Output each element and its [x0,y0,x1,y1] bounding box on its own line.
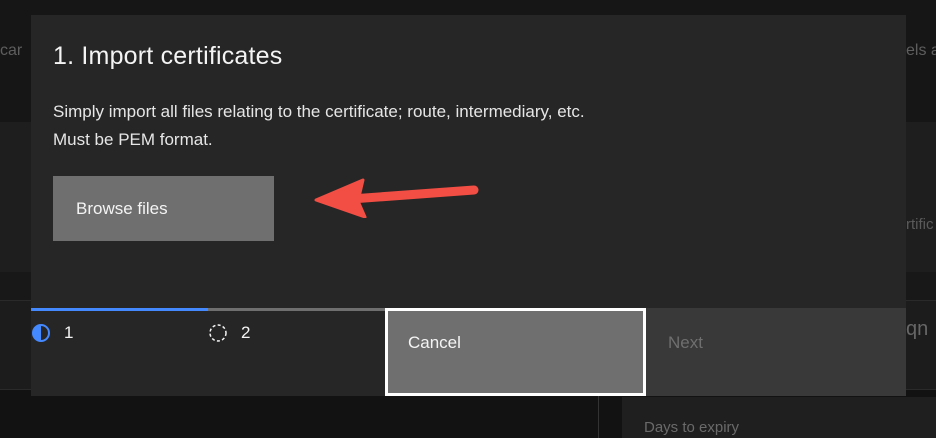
modal-format-note: Must be PEM format. [53,130,213,149]
background-text: rtific [906,216,934,233]
progress-step-label: 1 [64,323,74,342]
progress-fill [31,308,208,311]
progress-step-label: 2 [241,323,251,342]
import-certificates-modal: 1. Import certificates Simply import all… [31,15,906,396]
background-text: car [0,42,23,59]
background-text: qn [906,318,929,340]
background-text: els a [906,42,936,59]
half-filled-circle-icon [32,324,50,342]
days-to-expiry-label: Days to expiry [644,419,740,436]
background-divider [598,395,599,438]
browse-files-button[interactable]: Browse files [53,176,274,241]
cancel-button[interactable]: Cancel [385,308,646,396]
dashed-circle-icon [209,324,227,342]
progress-step-1[interactable]: 1 [31,321,73,345]
modal-description: Simply import all files relating to the … [53,102,585,121]
progress-step-2[interactable]: 2 [208,321,250,345]
next-button[interactable]: Next [646,308,906,396]
modal-title: 1. Import certificates [53,42,283,70]
red-arrow-left-icon [314,178,479,218]
